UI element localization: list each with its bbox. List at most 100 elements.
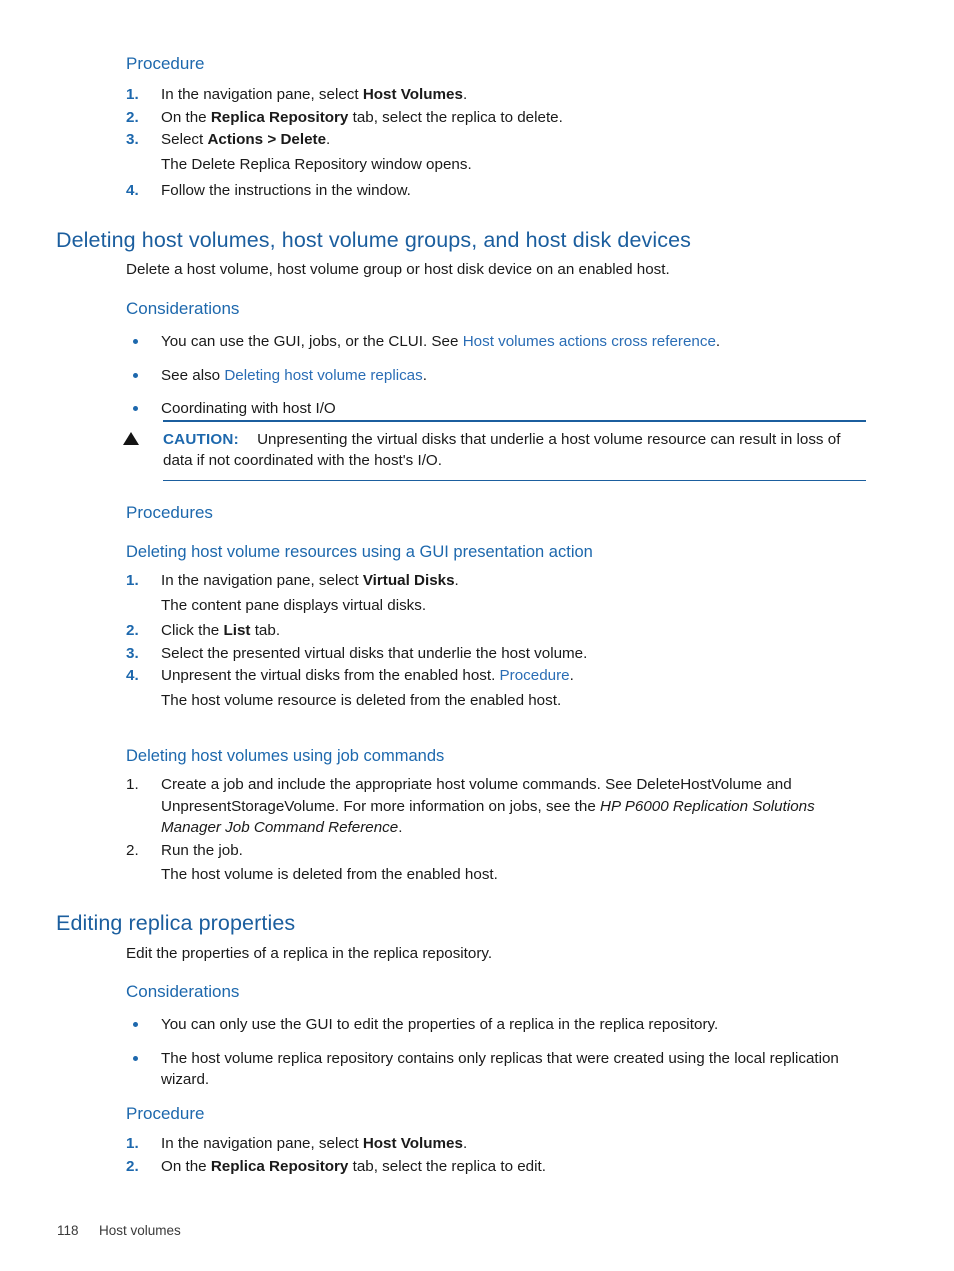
step-text-bold: Replica Repository (210, 108, 349, 126)
caution-admonition: CAUTION: Unpresenting the virtual disks … (123, 420, 866, 482)
procedure-link[interactable]: Procedure (500, 667, 570, 684)
step-text-post: . (462, 1135, 468, 1152)
job-procedure-list: 1. Create a job and include the appropri… (126, 774, 874, 887)
list-item: 2. Click the List tab. (126, 620, 886, 642)
step-subtext: The host volume is deleted from the enab… (161, 866, 498, 884)
step-text-bold: Host Volumes (362, 1135, 463, 1152)
list-item: 4. Follow the instructions in the window… (126, 180, 886, 202)
step-text-post: . (326, 131, 331, 149)
deleting-host-volumes-intro: Delete a host volume, host volume group … (126, 261, 670, 278)
job-procedure-heading: Deleting host volumes using job commands (126, 747, 445, 765)
step-subtext: The host volume resource is deleted from… (161, 691, 562, 709)
step-text-pre: In the navigation pane, select (161, 1135, 363, 1152)
caution-triangle-icon (123, 431, 139, 445)
step-text-post: . (398, 819, 403, 837)
list-item: The host volume replica repository conta… (126, 1048, 874, 1091)
section-heading-editing-replica-properties: Editing replica properties (56, 911, 296, 935)
step-text-bold: List (223, 622, 251, 640)
section-heading-deleting-host-volumes: Deleting host volumes, host volume group… (56, 228, 692, 252)
list-text: Unpresent the virtual disks from the ena… (161, 665, 886, 687)
bullet-text-post: . (422, 366, 427, 384)
list-item: 1. In the navigation pane, select Virtua… (126, 570, 886, 616)
gui-procedure-heading: Deleting host volume resources using a G… (126, 543, 593, 561)
step-text-post: . (454, 572, 459, 589)
cross-reference-link[interactable]: Deleting host volume replicas (224, 367, 422, 384)
considerations-list-2: You can only use the GUI to edit the pro… (126, 1014, 874, 1103)
bullet-text-post: . (715, 333, 721, 350)
list-text: Click the List tab. (161, 620, 886, 642)
list-text: Select the presented virtual disks that … (161, 644, 588, 662)
list-item: 4. Unpresent the virtual disks from the … (126, 665, 886, 711)
bullet-text-pre: Coordinating with host I/O (161, 400, 336, 418)
step-text-pre: In the navigation pane, select (161, 572, 363, 589)
caution-label: CAUTION: (163, 430, 239, 448)
step-text-bold: Replica Repository (210, 1157, 349, 1175)
list-text: Run the job. (161, 841, 243, 859)
step-text-pre: Unpresent the virtual disks from the ena… (161, 667, 500, 685)
caution-bottom-rule (163, 479, 866, 482)
list-number: 4. (126, 667, 139, 685)
step-text-pre: On the (161, 108, 211, 126)
document-page: Procedure 1. In the navigation pane, sel… (0, 0, 954, 1271)
list-number: 1. (126, 86, 139, 104)
step-text-post: . (569, 667, 574, 685)
list-item: You can only use the GUI to edit the pro… (126, 1014, 874, 1036)
list-number: 2. (126, 841, 139, 859)
list-number: 2. (126, 1157, 139, 1175)
list-item: You can use the GUI, jobs, or the CLUI. … (126, 331, 886, 353)
list-number: 4. (126, 181, 139, 199)
footer-chapter-title: Host volumes (99, 1223, 181, 1238)
list-item: 2. On the Replica Repository tab, select… (126, 107, 886, 129)
list-item: 1. In the navigation pane, select Host V… (126, 84, 886, 106)
list-number: 3. (126, 131, 139, 149)
list-number: 1. (126, 776, 139, 793)
top-procedure-heading: Procedure (126, 54, 205, 73)
bullet-text: You can only use the GUI to edit the pro… (161, 1016, 719, 1033)
top-procedure-section: Procedure 1. In the navigation pane, sel… (126, 53, 886, 202)
list-text: Follow the instructions in the window. (161, 181, 411, 199)
footer-page-number: 118 (57, 1223, 79, 1238)
step-text-post: tab. (250, 622, 281, 640)
list-text: In the navigation pane, select Host Volu… (161, 84, 886, 106)
considerations-heading-2: Considerations (126, 982, 240, 1001)
editing-procedure-list: 1. In the navigation pane, select Host V… (126, 1133, 886, 1178)
gui-procedure-list: 1. In the navigation pane, select Virtua… (126, 570, 886, 712)
list-item: 2. On the Replica Repository tab, select… (126, 1156, 886, 1178)
list-text: Create a job and include the appropriate… (161, 774, 874, 839)
list-number: 1. (126, 1135, 139, 1152)
considerations-heading-1: Considerations (126, 299, 240, 318)
list-item: 2. Run the job. The host volume is delet… (126, 840, 874, 886)
list-number: 2. (126, 622, 139, 640)
considerations-list-1: You can use the GUI, jobs, or the CLUI. … (126, 331, 886, 432)
cross-reference-link[interactable]: Host volumes actions cross reference (463, 333, 716, 350)
list-item: 3. Select Actions > Delete. The Delete R… (126, 129, 886, 175)
procedures-heading: Procedures (126, 503, 213, 522)
bullet-text-pre: See also (161, 366, 225, 384)
step-text-post: . (462, 86, 468, 104)
step-text-bold: Host Volumes (362, 86, 463, 104)
bullet-text-pre: You can use the GUI, jobs, or the CLUI. … (161, 333, 463, 350)
editing-procedure-heading: Procedure (126, 1104, 205, 1123)
step-subtext: The Delete Replica Repository window ope… (161, 155, 472, 173)
list-text: On the Replica Repository tab, select th… (161, 1156, 886, 1178)
list-text: On the Replica Repository tab, select th… (161, 107, 886, 129)
step-text-pre: In the navigation pane, select (161, 86, 363, 104)
editing-replica-properties-intro: Edit the properties of a replica in the … (126, 945, 493, 962)
step-text-pre: Select (161, 131, 208, 149)
list-text: In the navigation pane, select Host Volu… (161, 1133, 886, 1155)
top-procedure-list: 1. In the navigation pane, select Host V… (126, 84, 886, 201)
list-number: 3. (126, 644, 139, 662)
caution-body: CAUTION: Unpresenting the virtual disks … (123, 422, 866, 480)
bullet-text: The host volume replica repository conta… (161, 1049, 839, 1089)
list-item: 3. Select the presented virtual disks th… (126, 643, 886, 665)
caution-text: Unpresenting the virtual disks that unde… (163, 430, 841, 470)
step-text-post: tab, select the replica to edit. (348, 1157, 546, 1175)
step-text-bold: Actions > Delete (207, 131, 327, 149)
step-text-pre: On the (161, 1157, 211, 1175)
step-text-post: tab, select the replica to delete. (348, 108, 563, 126)
list-item: Coordinating with host I/O (126, 398, 886, 420)
step-text-pre: Click the (161, 622, 224, 640)
list-number: 1. (126, 572, 139, 589)
list-number: 2. (126, 108, 139, 126)
step-subtext: The content pane displays virtual disks. (161, 596, 427, 614)
